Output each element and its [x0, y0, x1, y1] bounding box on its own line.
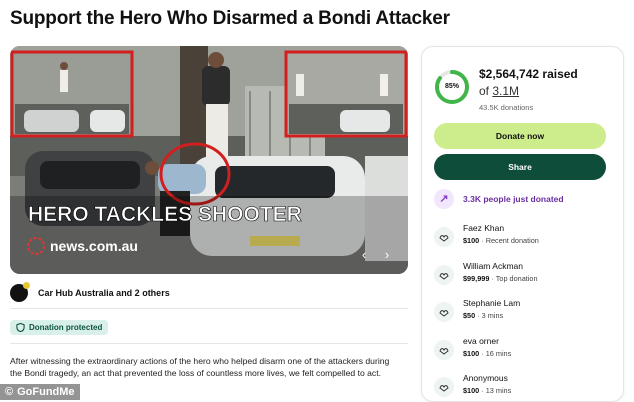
amount-raised: $2,564,742 raised	[479, 67, 578, 81]
donor-meta: $100 · Recent donation	[463, 236, 539, 245]
donor-meta: $50 · 3 mins	[463, 311, 504, 320]
donor-name: Faez Khan	[463, 223, 505, 233]
donation-card: 85% $2,564,742 raised of 3.1M 43.5K dona…	[421, 46, 624, 402]
gofundme-watermark: © GoFundMe	[0, 384, 80, 400]
donor-item: Faez Khan $100 · Recent donation	[434, 223, 539, 247]
goal-link[interactable]: 3.1M	[492, 84, 519, 98]
donate-now-button[interactable]: Donate now	[434, 123, 606, 149]
donation-protected-badge[interactable]: Donation protected	[10, 320, 109, 335]
donor-name: Stephanie Lam	[463, 298, 521, 308]
trending-label: 3.3K people just donated	[463, 194, 564, 204]
goal-amount: of 3.1M	[479, 84, 520, 98]
donor-item: Anonymous $100 · 13 mins	[434, 373, 511, 397]
donation-count: 43.5K donations	[479, 103, 534, 112]
donor-name: Anonymous	[463, 373, 508, 383]
page-title: Support the Hero Who Disarmed a Bondi At…	[10, 8, 450, 29]
video-headline: HERO TACKLES SHOOTER	[28, 203, 302, 226]
divider	[10, 308, 408, 309]
media-carousel[interactable]: HERO TACKLES SHOOTER news.com.au ‹ ›	[10, 46, 408, 274]
donation-hand-icon	[434, 302, 454, 322]
donor-item: William Ackman $99,999 · Top donation	[434, 261, 538, 285]
donor-name: eva orner	[463, 336, 499, 346]
trending-up-icon: ↗	[434, 189, 454, 209]
badge-label: Donation protected	[29, 323, 103, 332]
chevron-right-icon[interactable]: ›	[378, 246, 396, 264]
donation-hand-icon	[434, 265, 454, 285]
copyright-icon: ©	[5, 386, 14, 398]
donor-item: eva orner $100 · 16 mins	[434, 336, 511, 360]
progress-percent: 85%	[444, 83, 459, 90]
watermark-label: GoFundMe	[17, 386, 75, 398]
organizer-name: Car Hub Australia and 2 others	[38, 288, 170, 298]
divider	[10, 343, 408, 344]
donation-hand-icon	[434, 227, 454, 247]
story-text: After witnessing the extraordinary actio…	[10, 356, 390, 378]
donor-meta: $99,999 · Top donation	[463, 274, 538, 283]
trending-row: ↗ 3.3K people just donated	[434, 189, 564, 209]
donor-meta: $100 · 13 mins	[463, 386, 512, 395]
donor-item: Stephanie Lam $50 · 3 mins	[434, 298, 520, 322]
organizer-avatar	[10, 282, 30, 302]
donation-hand-icon	[434, 377, 454, 397]
shield-icon	[16, 323, 25, 332]
donor-name: William Ackman	[463, 261, 523, 271]
chevron-left-icon[interactable]: ‹	[355, 246, 373, 264]
organizer-row[interactable]: Car Hub Australia and 2 others	[10, 282, 170, 302]
news-video-frame: HERO TACKLES SHOOTER news.com.au	[10, 46, 408, 274]
donor-meta: $100 · 16 mins	[463, 349, 512, 358]
news-logo: news.com.au	[50, 238, 138, 254]
donation-hand-icon	[434, 340, 454, 360]
share-button[interactable]: Share	[434, 154, 606, 180]
